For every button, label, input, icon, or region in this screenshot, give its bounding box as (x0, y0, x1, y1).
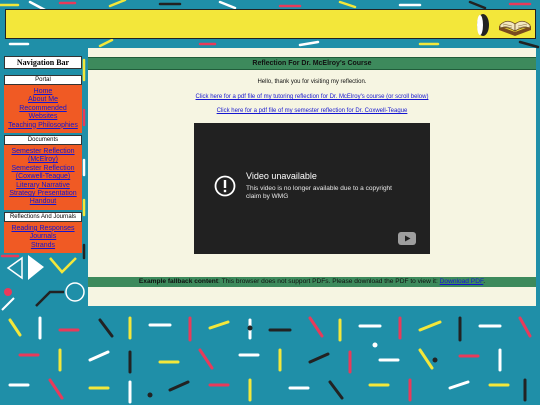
video-unavailable-message: This video is no longer available due to… (246, 185, 392, 200)
section-label-reflections-journals: Reflections And Journals (4, 211, 82, 222)
nav-link-reading-responses[interactable]: Reading Responses (4, 225, 82, 233)
cylinder-icon (477, 14, 489, 36)
page-title: Reflection For Dr. McElroy's Course (88, 57, 536, 70)
video-unavailable-title: Video unavailable (246, 171, 317, 181)
section-reflections-journals: Reading Responses Journals Strands (4, 221, 82, 254)
nav-link-home[interactable]: Home (4, 88, 82, 96)
nav-link-about-me[interactable]: About Me (4, 96, 82, 104)
nav-link-strands[interactable]: Strands (4, 242, 82, 250)
fallback-label: Example fallback content (138, 278, 219, 285)
pdf-fallback-notice: Example fallback content: This browser d… (88, 277, 536, 287)
youtube-logo-icon[interactable] (398, 232, 416, 245)
nav-link-journals[interactable]: Journals (4, 233, 82, 241)
semester-reflection-pdf-link[interactable]: Click here for a pdf file of my semester… (217, 108, 408, 114)
section-portal: Home About Me Recommended Websites Teach… (4, 85, 82, 134)
nav-link-teaching-philosophies[interactable]: Teaching Philosophies (4, 122, 82, 130)
nav-link-semester-reflection-coxwell-teague[interactable]: Semester Reflection (Coxwell-Teague) (4, 165, 82, 182)
tutoring-reflection-pdf-link[interactable]: Click here for a pdf file of my tutoring… (196, 94, 429, 100)
nav-link-strategy-presentation-handout[interactable]: Strategy Presentation Handout (4, 190, 82, 207)
section-documents: Semester Reflection (McElroy) Semester R… (4, 145, 82, 210)
navigation-sidebar: Navigation Bar Portal Home About Me Reco… (4, 56, 82, 255)
site-banner (5, 9, 536, 39)
error-icon (214, 175, 236, 197)
section-label-documents: Documents (4, 135, 82, 146)
open-book-icon (499, 20, 531, 36)
nav-link-recommended-websites[interactable]: Recommended Websites (4, 105, 82, 122)
nav-link-literary-narrative[interactable]: Literary Narrative (4, 182, 82, 190)
fallback-text: : This browser does not support PDFs. Pl… (218, 278, 440, 285)
sidebar-title: Navigation Bar (4, 56, 82, 69)
nav-link-semester-reflection-mcelroy[interactable]: Semester Reflection (McElroy) (4, 148, 82, 165)
main-content: Reflection For Dr. McElroy's Course Hell… (88, 48, 536, 306)
fallback-end: . (483, 278, 486, 285)
greeting-text: Hello, thank you for visiting my reflect… (257, 79, 367, 85)
embedded-video-player[interactable]: Video unavailable This video is no longe… (194, 123, 430, 254)
download-pdf-link[interactable]: Download PDF (440, 278, 484, 285)
section-label-portal: Portal (4, 75, 82, 85)
